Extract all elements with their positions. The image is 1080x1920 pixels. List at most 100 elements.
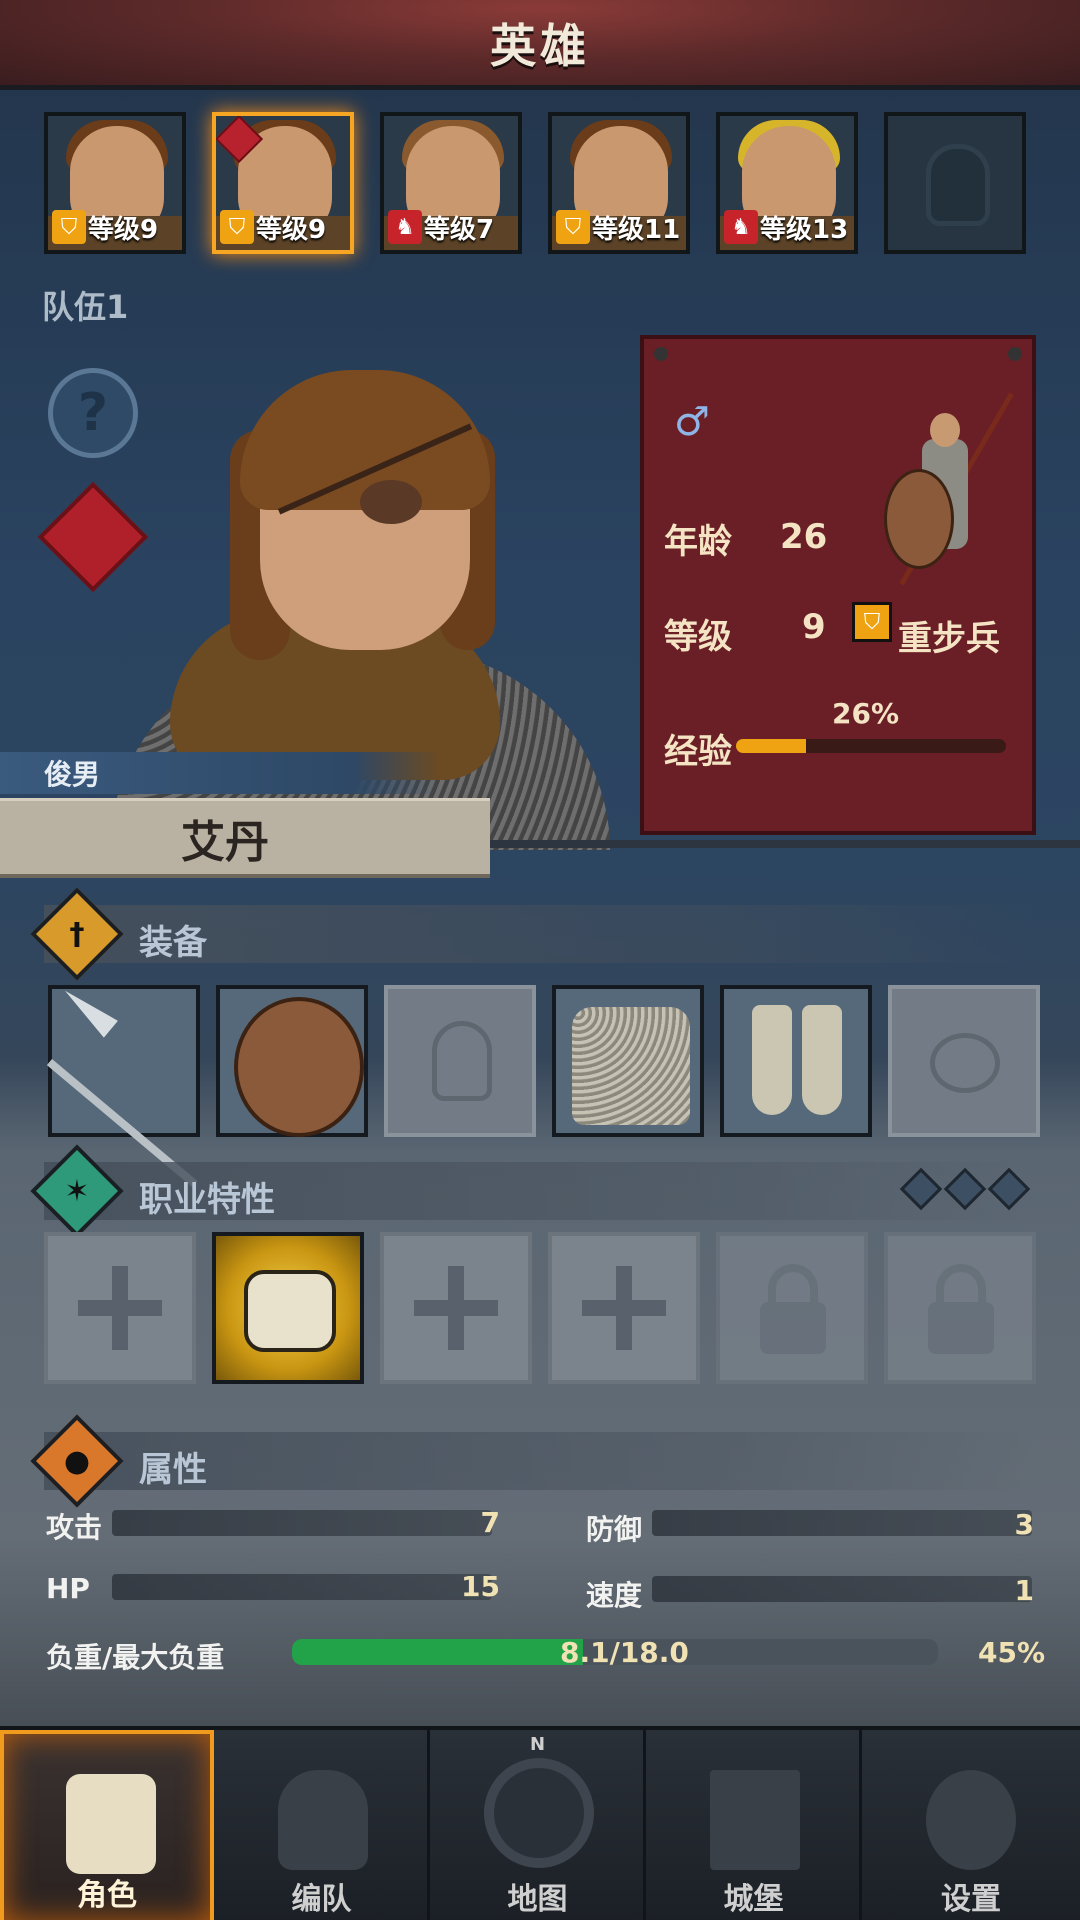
level-value: 9 [802,607,826,647]
team-label: 队伍1 [42,288,129,326]
hero-sprite [884,392,1014,599]
type-text: 俊男 [44,758,101,791]
hero-stat-card: ♂ 年龄 26 等级 9 ⛉ 重步兵 26% 经验 [640,335,1036,835]
equip-slot-helmet[interactable] [384,985,536,1137]
male-icon: ♂ [674,399,710,445]
trait-grid [44,1232,1044,1387]
level-label: 等级 [664,617,732,657]
traits-title: 职业特性 [139,1180,275,1220]
roster-level-label: 等级9 [88,215,159,245]
sword-icon: † [69,916,85,952]
horse-icon: ♞ [388,210,422,244]
attack-bar [112,1510,492,1536]
trait-slot-empty[interactable] [380,1232,532,1384]
equipment-section-header: † 装备 [30,887,1034,981]
boots-icon [748,1005,848,1123]
trait-slot-locked[interactable] [716,1232,868,1384]
equip-slot-boots[interactable] [720,985,872,1137]
tab-map[interactable]: N 地图 [432,1730,646,1920]
star-icon: ✶ [64,1173,90,1209]
gem-icon [899,1167,943,1211]
trait-slot-locked[interactable] [884,1232,1036,1384]
roster-level-label: 等级9 [256,215,327,245]
hero-screen: 英雄 ⛉ 等级9 ⛉ 等级9 ♞ 等级7 ⛉ 等级11 ♞ 等级13 队伍1 ?… [0,0,1080,1920]
header-bar: 英雄 [0,0,1080,90]
trait-gems [899,1167,1031,1211]
traits-section-header: ✶ 职业特性 [30,1144,1034,1238]
roster-slot-5[interactable]: ♞ 等级13 [716,112,858,254]
chainmail-icon [572,1007,690,1125]
gear-icon [926,1770,1016,1870]
equip-slot-shield[interactable] [216,985,368,1137]
attack-value: 7 [480,1506,500,1539]
cross-icon [78,1266,162,1350]
equip-slot-weapon[interactable] [46,985,200,1188]
helmet-icon [926,144,990,226]
load-value: 8.1/18.0 [560,1636,689,1669]
age-value: 26 [780,517,828,557]
compass-north-label: N [530,1734,546,1755]
person-icon: ● [63,1443,91,1479]
roster-slot-3[interactable]: ♞ 等级7 [380,112,522,254]
exp-percent: 26% [832,697,900,730]
cross-icon [414,1266,498,1350]
exp-bar [736,739,1006,753]
hp-bar [112,1574,492,1600]
equipment-title: 装备 [139,923,207,963]
defense-label: 防御 [586,1513,643,1546]
tab-label: 编队 [291,1882,352,1917]
page-title: 英雄 [490,18,590,73]
knight-icon [66,1774,156,1874]
tab-label: 地图 [507,1882,568,1917]
exp-label: 经验 [664,732,732,772]
attributes-title: 属性 [139,1450,207,1490]
tab-settings[interactable]: 设置 [864,1730,1078,1920]
shield-icon: ⛉ [220,210,254,244]
roster-slot-1[interactable]: ⛉ 等级9 [44,112,186,254]
speed-value: 1 [1014,1574,1034,1607]
load-percent: 45% [978,1636,1046,1669]
hero-roster: ⛉ 等级9 ⛉ 等级9 ♞ 等级7 ⛉ 等级11 ♞ 等级13 [44,112,1034,257]
eyepatch [360,480,422,524]
roster-level-label: 等级7 [424,215,495,245]
trait-slot-empty[interactable] [44,1232,196,1384]
roster-slot-4[interactable]: ⛉ 等级11 [548,112,690,254]
helmet-icon [278,1770,368,1870]
lock-icon [760,1264,826,1354]
load-label: 负重/最大负重 [46,1641,225,1674]
tab-formation[interactable]: 编队 [216,1730,430,1920]
hero-type-label: 俊男 [0,752,440,794]
equip-slot-ring[interactable] [888,985,1040,1137]
defense-value: 3 [1014,1508,1034,1541]
speed-label: 速度 [586,1579,643,1612]
hero-name-plate: 艾丹 [0,798,490,878]
tab-castle[interactable]: 城堡 [648,1730,862,1920]
compass-icon [484,1758,594,1868]
roster-level-label: 等级13 [760,215,849,245]
attack-label: 攻击 [46,1511,103,1544]
hp-label: HP [46,1572,90,1605]
gem-icon [943,1167,987,1211]
trait-slot-active[interactable] [212,1232,364,1384]
cross-icon [582,1266,666,1350]
roster-slot-empty[interactable] [884,112,1026,254]
bottom-nav: 角色 编队 N 地图 城堡 设置 [0,1726,1080,1920]
ring-icon [930,1033,1000,1093]
roster-slot-2-selected[interactable]: ⛉ 等级9 [212,112,354,254]
hero-name: 艾丹 [181,816,269,868]
tab-label: 设置 [941,1882,1001,1917]
trait-slot-empty[interactable] [548,1232,700,1384]
helmet-icon [432,1021,492,1101]
shield-icon: ⛉ [52,210,86,244]
equip-slot-armor[interactable] [552,985,704,1137]
shield-icon: ⛉ [556,210,590,244]
attributes-section-header: ● 属性 [30,1414,1034,1508]
roster-level-label: 等级11 [592,215,681,245]
gauntlet-icon [244,1270,336,1352]
shield-icon: ⛉ [852,602,892,642]
tab-label: 城堡 [723,1882,784,1917]
class-name: 重步兵 [898,619,1000,659]
tab-hero[interactable]: 角色 [0,1730,214,1920]
hp-value: 15 [461,1570,500,1603]
lock-icon [928,1264,994,1354]
